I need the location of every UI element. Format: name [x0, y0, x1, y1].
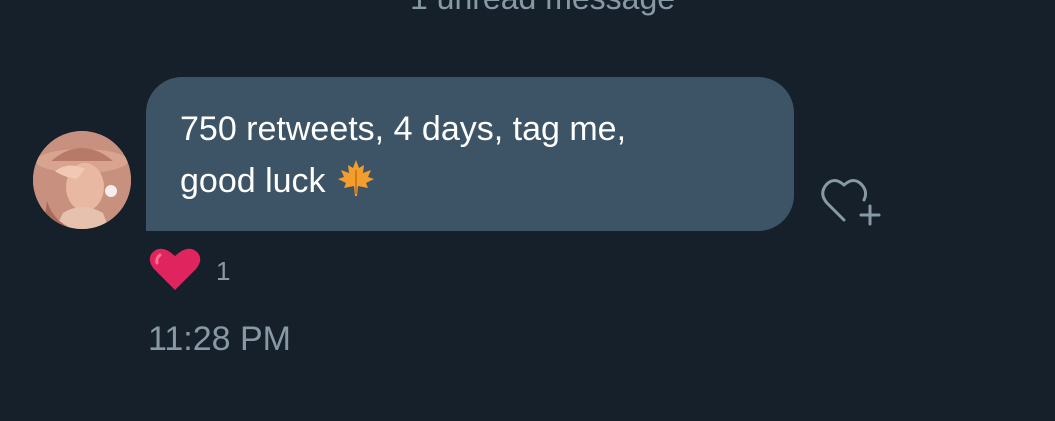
reaction-count: 1	[216, 255, 231, 286]
add-reaction-button[interactable]	[818, 170, 882, 230]
message-bubble[interactable]: 750 retweets, 4 days, tag me, good luck	[146, 77, 794, 231]
heart-icon	[149, 248, 201, 290]
message-timestamp: 11:28 PM	[148, 320, 292, 358]
heart-plus-icon	[821, 179, 881, 226]
avatar-photo	[33, 131, 131, 229]
unread-banner: 1 unread message	[0, 0, 1055, 16]
message-text: 750 retweets, 4 days, tag me, good luck	[180, 110, 627, 200]
maple-leaf-icon	[336, 158, 376, 213]
reaction-summary[interactable]: 1	[148, 246, 230, 292]
sender-avatar[interactable]	[33, 131, 131, 229]
